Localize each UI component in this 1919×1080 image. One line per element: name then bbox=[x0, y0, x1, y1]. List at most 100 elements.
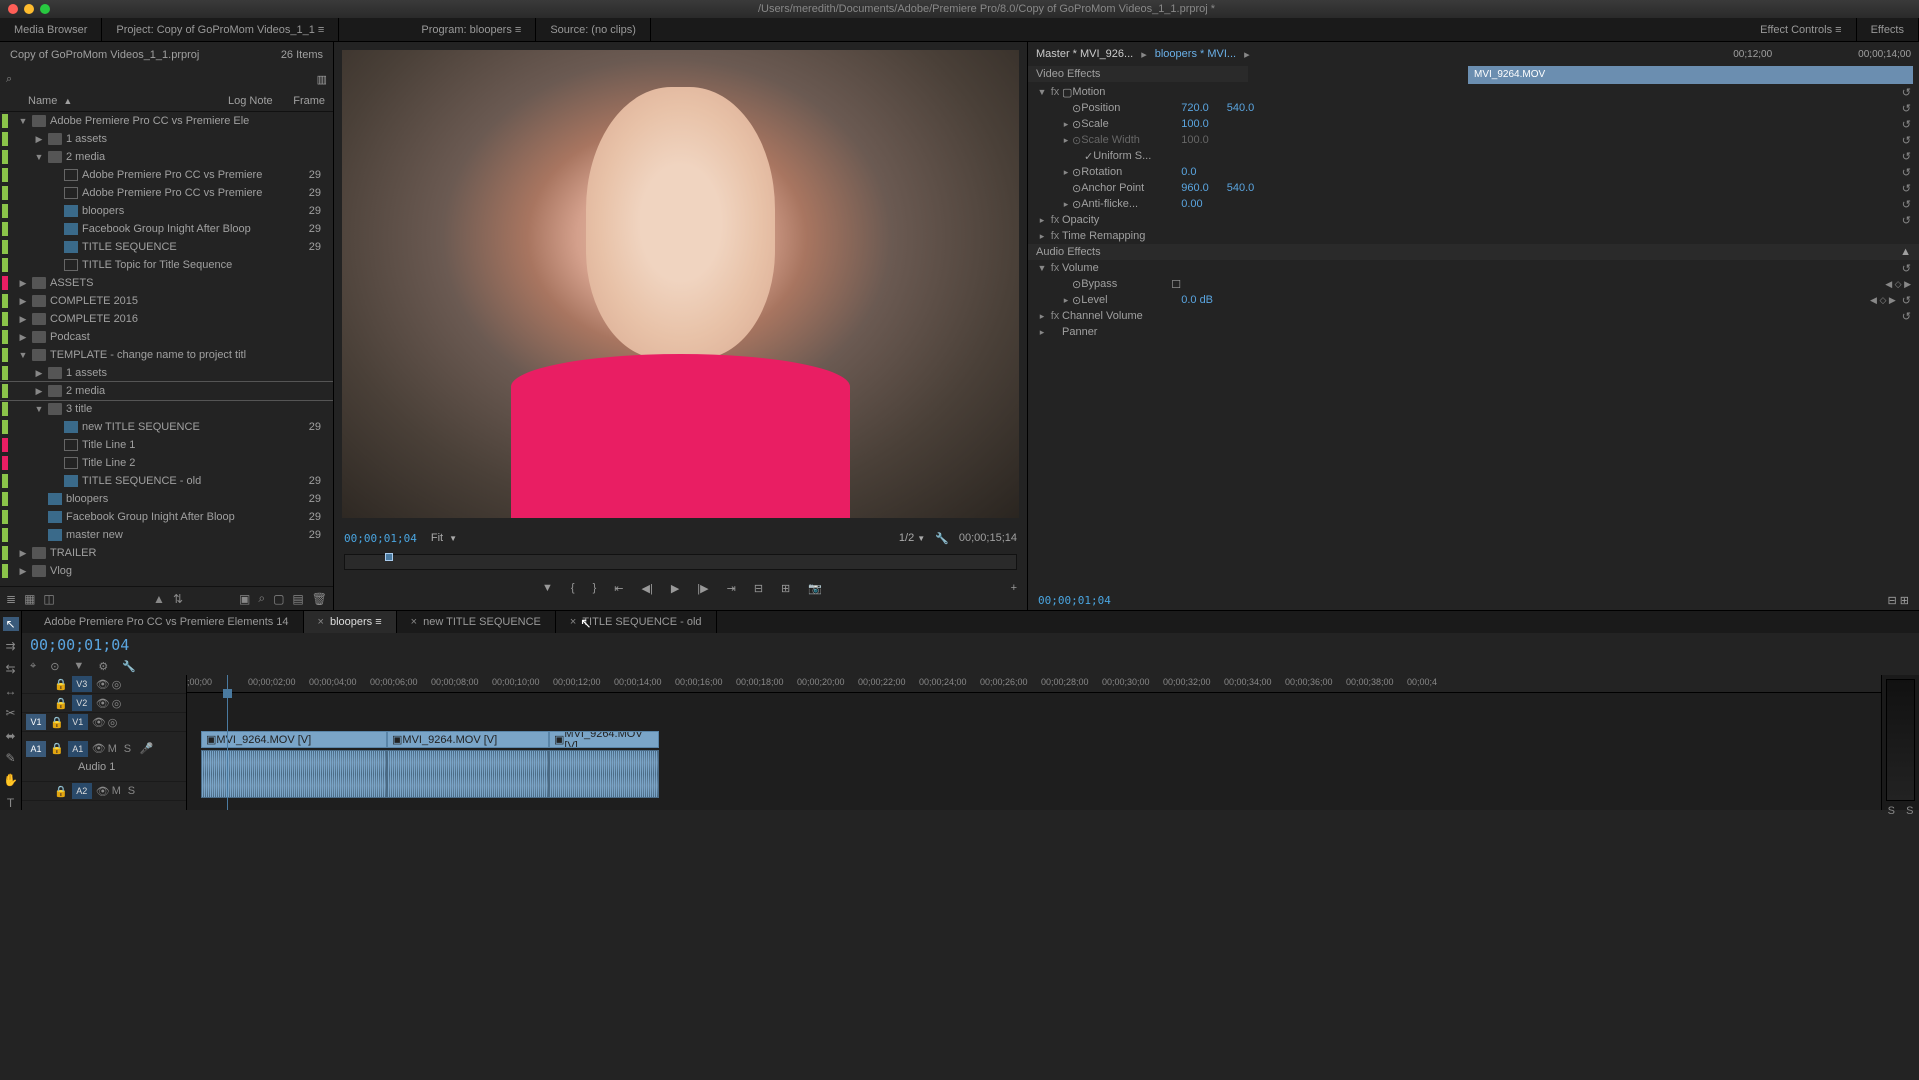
tab-effect-controls[interactable]: Effect Controls ≡ bbox=[1746, 18, 1856, 42]
mark-in-button[interactable]: { bbox=[571, 582, 575, 594]
project-tree-row[interactable]: ▶COMPLETE 2016 bbox=[0, 310, 333, 328]
track-header-v1[interactable]: V1🔒V1👁◎ bbox=[22, 713, 186, 732]
project-tree-row[interactable]: TITLE SEQUENCE - old29 bbox=[0, 472, 333, 490]
track-header-a1[interactable]: A1🔒A1👁MS🎤 Audio 1 bbox=[22, 732, 186, 782]
ec-zoom-out[interactable]: ⊟ bbox=[1888, 595, 1897, 607]
filter-icon[interactable]: ▥ bbox=[317, 73, 327, 86]
ec-sequence-clip[interactable]: bloopers * MVI... bbox=[1155, 48, 1236, 60]
find-button[interactable]: ⌕ bbox=[258, 591, 265, 606]
track-content[interactable]: ;00;0000;00;02;0000;00;04;0000;00;06;000… bbox=[187, 675, 1881, 810]
ec-master-clip[interactable]: Master * MVI_926... bbox=[1036, 48, 1133, 60]
play-button[interactable]: ▶ bbox=[671, 582, 679, 595]
mark-out-button[interactable]: } bbox=[593, 582, 597, 594]
project-tree-row[interactable]: ▶1 assets bbox=[0, 364, 333, 382]
minimize-window-button[interactable] bbox=[24, 4, 34, 14]
icon-view-button[interactable]: ▦ bbox=[24, 592, 35, 606]
tab-source[interactable]: Source: (no clips) bbox=[536, 18, 651, 42]
add-marker-icon[interactable]: ▼ bbox=[73, 660, 84, 672]
button-editor[interactable]: + bbox=[1011, 582, 1017, 594]
timeline-tab[interactable]: Adobe Premiere Pro CC vs Premiere Elemen… bbox=[30, 611, 304, 633]
tab-project[interactable]: Project: Copy of GoProMom Videos_1_1 ≡ bbox=[102, 18, 339, 42]
freeform-view-button[interactable]: ◫ bbox=[43, 592, 54, 606]
zoom-fit-dropdown[interactable]: Fit▼ bbox=[431, 532, 457, 544]
lock-icon[interactable]: 🔒 bbox=[50, 716, 64, 729]
ripple-edit-tool[interactable]: ⇆ bbox=[3, 662, 19, 676]
track-header-a2[interactable]: 🔒A2👁MS bbox=[22, 782, 186, 801]
project-tree-row[interactable]: ▶2 media bbox=[0, 382, 333, 400]
project-tree-row[interactable]: Facebook Group Inight After Bloop29 bbox=[0, 220, 333, 238]
ec-volume[interactable]: ▼fxVolume↺ bbox=[1028, 260, 1919, 276]
ec-time-remapping[interactable]: ▸fxTime Remapping bbox=[1028, 228, 1919, 244]
project-tree-row[interactable]: bloopers29 bbox=[0, 490, 333, 508]
delete-button[interactable]: 🗑 bbox=[312, 592, 327, 606]
audio-clip-3[interactable] bbox=[549, 750, 659, 798]
project-tree-row[interactable]: ▼3 title bbox=[0, 400, 333, 418]
wrench-icon[interactable]: 🔧 bbox=[122, 660, 136, 673]
timeline-settings-icon[interactable]: ⚙ bbox=[98, 660, 108, 673]
close-window-button[interactable] bbox=[8, 4, 18, 14]
resolution-dropdown[interactable]: 1/2 ▼ bbox=[899, 532, 925, 544]
track-select-tool[interactable]: ⇉ bbox=[3, 639, 19, 653]
automate-button[interactable]: ▣ bbox=[239, 592, 250, 606]
sort-icon[interactable]: ⇅ bbox=[173, 592, 183, 606]
ec-opacity[interactable]: ▸fxOpacity↺ bbox=[1028, 212, 1919, 228]
timeline-ruler[interactable]: ;00;0000;00;02;0000;00;04;0000;00;06;000… bbox=[187, 675, 1881, 693]
ec-motion[interactable]: ▼fx▢Motion↺ bbox=[1028, 84, 1919, 100]
ec-position[interactable]: ⊙Position720.0540.0↺ bbox=[1028, 100, 1919, 116]
ec-antiflicker[interactable]: ▸⊙Anti-flicke...0.00↺ bbox=[1028, 196, 1919, 212]
project-tree-row[interactable]: new TITLE SEQUENCE29 bbox=[0, 418, 333, 436]
project-tree-row[interactable]: ▶Vlog bbox=[0, 562, 333, 580]
lift-button[interactable]: ⊟ bbox=[754, 582, 763, 595]
linked-selection-toggle[interactable]: ⊙ bbox=[50, 660, 59, 673]
project-tree-row[interactable]: ▶TRAILER bbox=[0, 544, 333, 562]
project-tree-row[interactable]: ▶Podcast bbox=[0, 328, 333, 346]
zoom-slider-icon[interactable]: ▲ bbox=[153, 592, 165, 606]
ec-panner[interactable]: ▸Panner bbox=[1028, 324, 1919, 340]
audio-clip-1[interactable] bbox=[201, 750, 387, 798]
search-icon[interactable]: ⌕ bbox=[6, 73, 12, 86]
extract-button[interactable]: ⊞ bbox=[781, 582, 790, 595]
col-frame[interactable]: Frame bbox=[293, 95, 325, 107]
slip-tool[interactable]: ⬌ bbox=[3, 729, 19, 743]
project-tree-row[interactable]: ▶COMPLETE 2015 bbox=[0, 292, 333, 310]
go-to-in-button[interactable]: ⇤ bbox=[614, 582, 623, 595]
step-back-button[interactable]: ◀| bbox=[641, 582, 652, 595]
type-tool[interactable]: T bbox=[3, 796, 19, 810]
ec-scale[interactable]: ▸⊙Scale100.0↺ bbox=[1028, 116, 1919, 132]
project-tree-row[interactable]: Facebook Group Inight After Bloop29 bbox=[0, 508, 333, 526]
timeline-timecode[interactable]: 00;00;01;04 bbox=[30, 636, 129, 654]
step-forward-button[interactable]: |▶ bbox=[697, 582, 708, 595]
video-clip-1[interactable]: ▣ MVI_9264.MOV [V] bbox=[201, 731, 387, 748]
ec-bypass[interactable]: ⊙Bypass☐◀ ◇ ▶ bbox=[1028, 276, 1919, 292]
video-clip-2[interactable]: ▣ MVI_9264.MOV [V] bbox=[387, 731, 549, 748]
project-tree-row[interactable]: bloopers29 bbox=[0, 202, 333, 220]
video-clip-3[interactable]: ▣ MVI_9264.MOV [V] bbox=[549, 731, 659, 748]
audio-meters[interactable]: SS bbox=[1881, 675, 1919, 810]
list-view-button[interactable]: ≣ bbox=[6, 592, 16, 606]
project-tree-row[interactable]: ▶ASSETS bbox=[0, 274, 333, 292]
ec-clip-bar[interactable]: MVI_9264.MOV bbox=[1468, 66, 1913, 84]
razor-tool[interactable]: ✂ bbox=[3, 706, 19, 720]
new-bin-button[interactable]: ▢ bbox=[273, 592, 284, 606]
lock-icon[interactable]: 🔒 bbox=[54, 697, 68, 710]
tab-effects[interactable]: Effects bbox=[1857, 18, 1919, 42]
new-item-button[interactable]: ▤ bbox=[292, 592, 303, 606]
project-tree-row[interactable]: Title Line 1 bbox=[0, 436, 333, 454]
program-playhead[interactable] bbox=[385, 553, 393, 561]
project-tree-row[interactable]: ▼Adobe Premiere Pro CC vs Premiere Ele bbox=[0, 112, 333, 130]
snap-toggle[interactable]: ⌖ bbox=[30, 660, 36, 673]
project-tree[interactable]: ▼Adobe Premiere Pro CC vs Premiere Ele▶1… bbox=[0, 112, 333, 586]
timeline-tab[interactable]: ×bloopers ≡ bbox=[304, 611, 397, 633]
project-tree-row[interactable]: ▶1 assets bbox=[0, 130, 333, 148]
project-tree-row[interactable]: Adobe Premiere Pro CC vs Premiere29 bbox=[0, 184, 333, 202]
program-video-display[interactable] bbox=[342, 50, 1019, 518]
ec-channel-volume[interactable]: ▸fxChannel Volume↺ bbox=[1028, 308, 1919, 324]
lock-icon[interactable]: 🔒 bbox=[54, 678, 68, 691]
selection-tool[interactable]: ↖ bbox=[3, 617, 19, 631]
project-tree-row[interactable]: ▼2 media bbox=[0, 148, 333, 166]
project-tree-row[interactable]: master new29 bbox=[0, 526, 333, 544]
program-current-timecode[interactable]: 00;00;01;04 bbox=[344, 532, 417, 545]
export-frame-button[interactable]: 📷 bbox=[808, 582, 822, 595]
track-header-v2[interactable]: 🔒V2👁◎ bbox=[22, 694, 186, 713]
pen-tool[interactable]: ✎ bbox=[3, 751, 19, 765]
